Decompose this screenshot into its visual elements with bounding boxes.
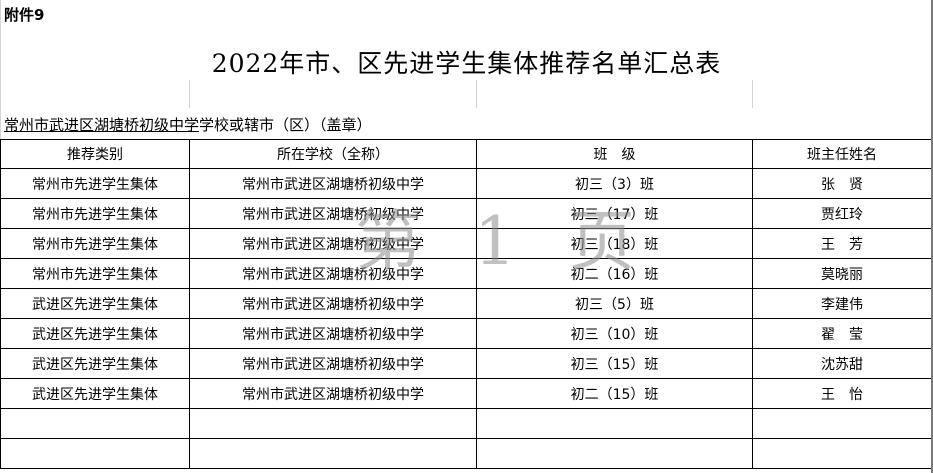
header-row: 推荐类别 所在学校（全称） 班 级 班主任姓名	[0, 139, 932, 169]
table-row	[0, 408, 932, 439]
cell-teacher[interactable]	[752, 408, 932, 439]
table-row: 武进区先进学生集体 常州市武进区湖塘桥初级中学 初三（15）班 沈苏甜	[0, 348, 932, 379]
cell-class[interactable]	[476, 438, 753, 469]
cell-teacher[interactable]: 翟 莹	[752, 318, 932, 349]
header-school[interactable]: 所在学校（全称）	[189, 139, 477, 169]
cell-school[interactable]: 常州市武进区湖塘桥初级中学	[189, 228, 477, 259]
cell-teacher[interactable]: 莫晓丽	[752, 258, 932, 289]
cell-school[interactable]: 常州市武进区湖塘桥初级中学	[189, 288, 477, 319]
cell-school[interactable]: 常州市武进区湖塘桥初级中学	[189, 378, 477, 409]
recommendation-table: 推荐类别 所在学校（全称） 班 级 班主任姓名 常州市先进学生集体 常州市武进区湖…	[0, 139, 932, 469]
table-row: 武进区先进学生集体 常州市武进区湖塘桥初级中学 初三（5）班 李建伟	[0, 288, 932, 319]
cell-school[interactable]	[189, 438, 477, 469]
cell-school[interactable]: 常州市武进区湖塘桥初级中学	[189, 198, 477, 229]
cell-class[interactable]: 初二（15）班	[476, 378, 753, 409]
attachment-label: 附件9	[4, 6, 45, 24]
cell-category[interactable]: 常州市先进学生集体	[0, 168, 190, 199]
cell-class[interactable]: 初三（3）班	[476, 168, 753, 199]
cell-school[interactable]	[189, 408, 477, 439]
cell-category[interactable]: 武进区先进学生集体	[0, 378, 190, 409]
cell-school[interactable]: 常州市武进区湖塘桥初级中学	[189, 318, 477, 349]
table-row: 常州市先进学生集体 常州市武进区湖塘桥初级中学 初三（3）班张 贤	[0, 168, 932, 199]
cell-teacher[interactable]: 贾红玲	[752, 198, 932, 229]
table-row: 常州市先进学生集体 常州市武进区湖塘桥初级中学 初三（17）班 贾红玲	[0, 198, 932, 229]
table-row: 武进区先进学生集体 常州市武进区湖塘桥初级中学 初二（15）班王 怡	[0, 378, 932, 409]
table-row	[0, 438, 932, 469]
cell-teacher[interactable]: 沈苏甜	[752, 348, 932, 379]
spreadsheet-page: 附件9 2022年市、区先进学生集体推荐名单汇总表 常州市武进区湖塘桥初级中学学…	[0, 0, 933, 473]
header-teacher[interactable]: 班主任姓名	[752, 139, 932, 169]
cell-category[interactable]	[0, 408, 190, 439]
cell-class[interactable]: 初三（5）班	[476, 288, 753, 319]
cell-teacher[interactable]: 李建伟	[752, 288, 932, 319]
cell-school[interactable]: 常州市武进区湖塘桥初级中学	[189, 168, 477, 199]
cell-teacher[interactable]: 张 贤	[752, 168, 932, 199]
table-row: 武进区先进学生集体 常州市武进区湖塘桥初级中学 初三（10）班翟 莹	[0, 318, 932, 349]
cell-category[interactable]: 常州市先进学生集体	[0, 198, 190, 229]
cell-category[interactable]: 常州市先进学生集体	[0, 258, 190, 289]
unit-line: 常州市武进区湖塘桥初级中学学校或辖市（区）（盖章）	[4, 114, 372, 135]
cell-category[interactable]: 武进区先进学生集体	[0, 318, 190, 349]
header-category[interactable]: 推荐类别	[0, 139, 190, 169]
page-title: 2022年市、区先进学生集体推荐名单汇总表	[211, 49, 722, 78]
gridline	[189, 80, 190, 108]
unit-name: 常州市武进区湖塘桥初级中学	[4, 116, 200, 134]
cell-class[interactable]	[476, 408, 753, 439]
cell-category[interactable]	[0, 438, 190, 469]
cell-category[interactable]: 武进区先进学生集体	[0, 288, 190, 319]
cell-class[interactable]: 初三（17）班	[476, 198, 753, 229]
table-row: 常州市先进学生集体 常州市武进区湖塘桥初级中学 初二（16）班 莫晓丽	[0, 258, 932, 289]
gridline	[752, 80, 753, 108]
cell-category[interactable]: 常州市先进学生集体	[0, 228, 190, 259]
cell-school[interactable]: 常州市武进区湖塘桥初级中学	[189, 348, 477, 379]
cell-teacher[interactable]: 王 芳	[752, 228, 932, 259]
cell-class[interactable]: 初三（18）班	[476, 228, 753, 259]
cell-teacher[interactable]: 王 怡	[752, 378, 932, 409]
cell-category[interactable]: 武进区先进学生集体	[0, 348, 190, 379]
header-class[interactable]: 班 级	[476, 139, 753, 169]
gridline	[476, 80, 477, 108]
cell-class[interactable]: 初二（16）班	[476, 258, 753, 289]
cell-class[interactable]: 初三（15）班	[476, 348, 753, 379]
unit-suffix: 学校或辖市（区）（盖章）	[199, 116, 372, 134]
cell-school[interactable]: 常州市武进区湖塘桥初级中学	[189, 258, 477, 289]
cell-teacher[interactable]	[752, 438, 932, 469]
cell-class[interactable]: 初三（10）班	[476, 318, 753, 349]
table-row: 常州市先进学生集体 常州市武进区湖塘桥初级中学 初三（18）班王 芳	[0, 228, 932, 259]
